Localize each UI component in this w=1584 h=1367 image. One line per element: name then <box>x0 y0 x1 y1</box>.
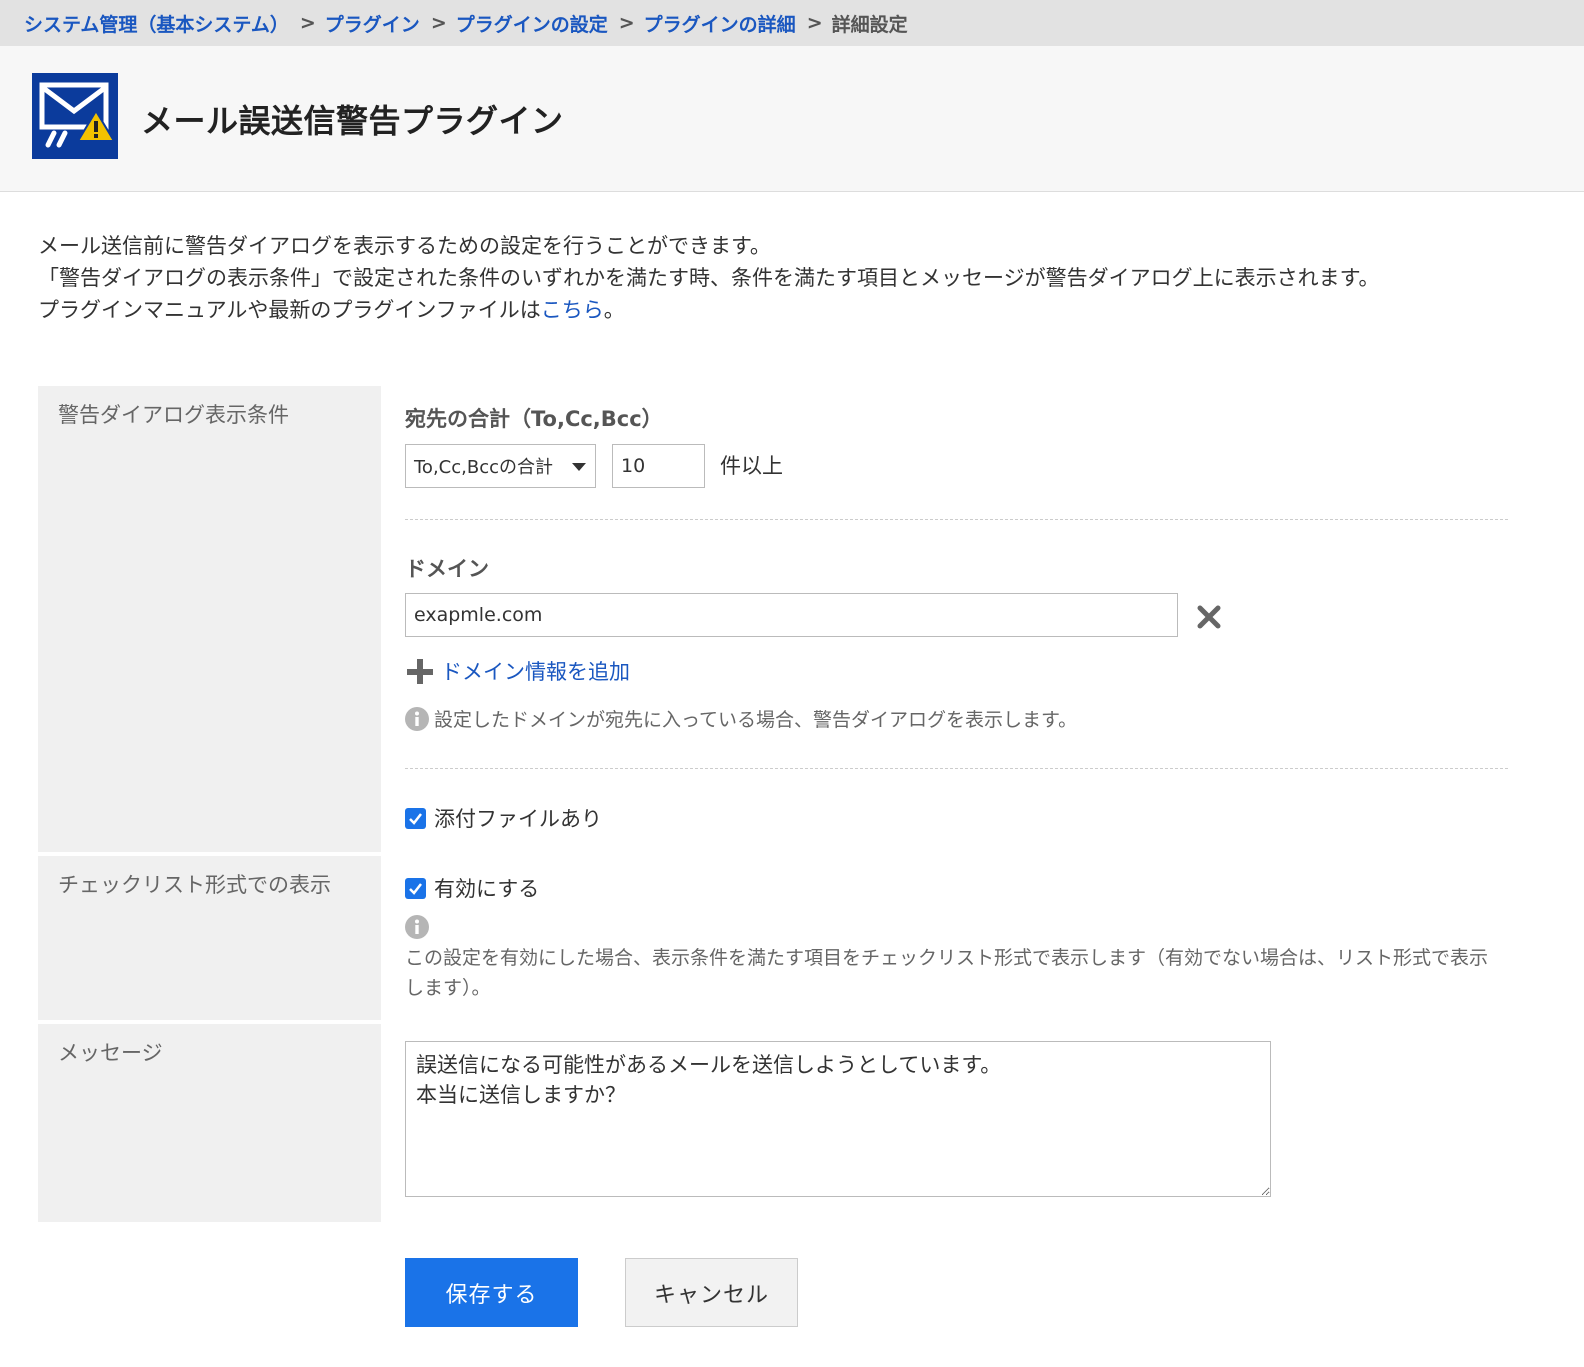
row-label-checklist: チェックリスト形式での表示 <box>38 856 381 1020</box>
breadcrumb-link-plugin-details[interactable]: プラグインの詳細 <box>644 10 796 37</box>
description-text: プラグインマニュアルや最新のプラグインファイルは <box>38 298 541 322</box>
recipients-title: 宛先の合計（To,Cc,Bcc） <box>405 407 663 431</box>
attachment-checkbox[interactable] <box>405 807 426 829</box>
breadcrumb-separator: > <box>430 12 447 34</box>
description-line: プラグインマニュアルや最新のプラグインファイルはこちら。 <box>38 294 1508 326</box>
breadcrumb-link-plugins[interactable]: プラグイン <box>325 10 420 37</box>
dropdown-arrow-icon <box>572 463 586 471</box>
section-divider <box>405 768 1508 769</box>
description-line: メール送信前に警告ダイアログを表示するための設定を行うことができます。 <box>38 234 771 258</box>
description: メール送信前に警告ダイアログを表示するための設定を行うことができます。 「警告ダ… <box>38 230 1508 326</box>
row-label-conditions: 警告ダイアログ表示条件 <box>38 386 381 852</box>
domain-title: ドメイン <box>405 557 489 581</box>
checkmark-icon <box>409 812 422 825</box>
breadcrumb-separator: > <box>618 12 635 34</box>
add-domain-label: ドメイン情報を追加 <box>441 660 630 684</box>
recipients-type-select[interactable]: To,Cc,Bccの合計 <box>405 444 596 488</box>
breadcrumb-current: 詳細設定 <box>831 13 908 36</box>
checklist-note: この設定を有効にした場合、表示条件を満たす項目をチェックリスト形式で表示します（… <box>405 947 1489 999</box>
checkmark-icon <box>409 882 422 895</box>
info-icon <box>405 915 429 939</box>
attachment-checkbox-row[interactable]: 添付ファイルあり <box>405 803 602 833</box>
breadcrumb-link-system-admin[interactable]: システム管理（基本システム） <box>24 10 289 37</box>
description-line: 「警告ダイアログの表示条件」で設定された条件のいずれかを満たす時、条件を満たす項… <box>38 266 1380 290</box>
checklist-enable-label: 有効にする <box>434 877 540 901</box>
attachment-checkbox-label: 添付ファイルあり <box>434 807 602 831</box>
recipients-count-input[interactable] <box>612 444 705 488</box>
mail-warning-icon <box>32 73 118 159</box>
section-divider <box>405 519 1508 520</box>
plus-icon <box>407 659 433 684</box>
cancel-button[interactable]: キャンセル <box>625 1258 798 1327</box>
recipients-type-value: To,Cc,Bccの合計 <box>414 457 553 478</box>
domain-input[interactable] <box>405 593 1178 637</box>
message-textarea[interactable]: 誤送信になる可能性があるメールを送信しようとしています。 本当に送信しますか？ <box>405 1041 1271 1197</box>
description-text: 。 <box>603 298 625 322</box>
page-title: メール誤送信警告プラグイン <box>141 102 564 140</box>
remove-domain-icon[interactable] <box>1195 603 1223 631</box>
checklist-checkbox-row[interactable]: 有効にする <box>405 873 539 903</box>
save-button[interactable]: 保存する <box>405 1258 578 1327</box>
domain-hint: 設定したドメインが宛先に入っている場合、警告ダイアログを表示します。 <box>405 705 1077 732</box>
breadcrumb-link-plugin-settings[interactable]: プラグインの設定 <box>456 10 608 37</box>
checklist-enable-checkbox[interactable] <box>405 877 426 899</box>
breadcrumb-separator: > <box>806 12 823 34</box>
add-domain-button[interactable]: ドメイン情報を追加 <box>405 656 630 686</box>
recipients-unit: 件以上 <box>720 454 783 478</box>
page-header: メール誤送信警告プラグイン <box>0 46 1584 192</box>
info-icon <box>405 706 429 731</box>
domain-hint-text: 設定したドメインが宛先に入っている場合、警告ダイアログを表示します。 <box>434 709 1078 731</box>
breadcrumb-separator: > <box>299 12 316 34</box>
row-label-message: メッセージ <box>38 1024 381 1222</box>
breadcrumb: システム管理（基本システム） > プラグイン > プラグインの設定 > プラグイ… <box>0 0 1584 46</box>
manual-link[interactable]: こちら <box>541 298 604 322</box>
